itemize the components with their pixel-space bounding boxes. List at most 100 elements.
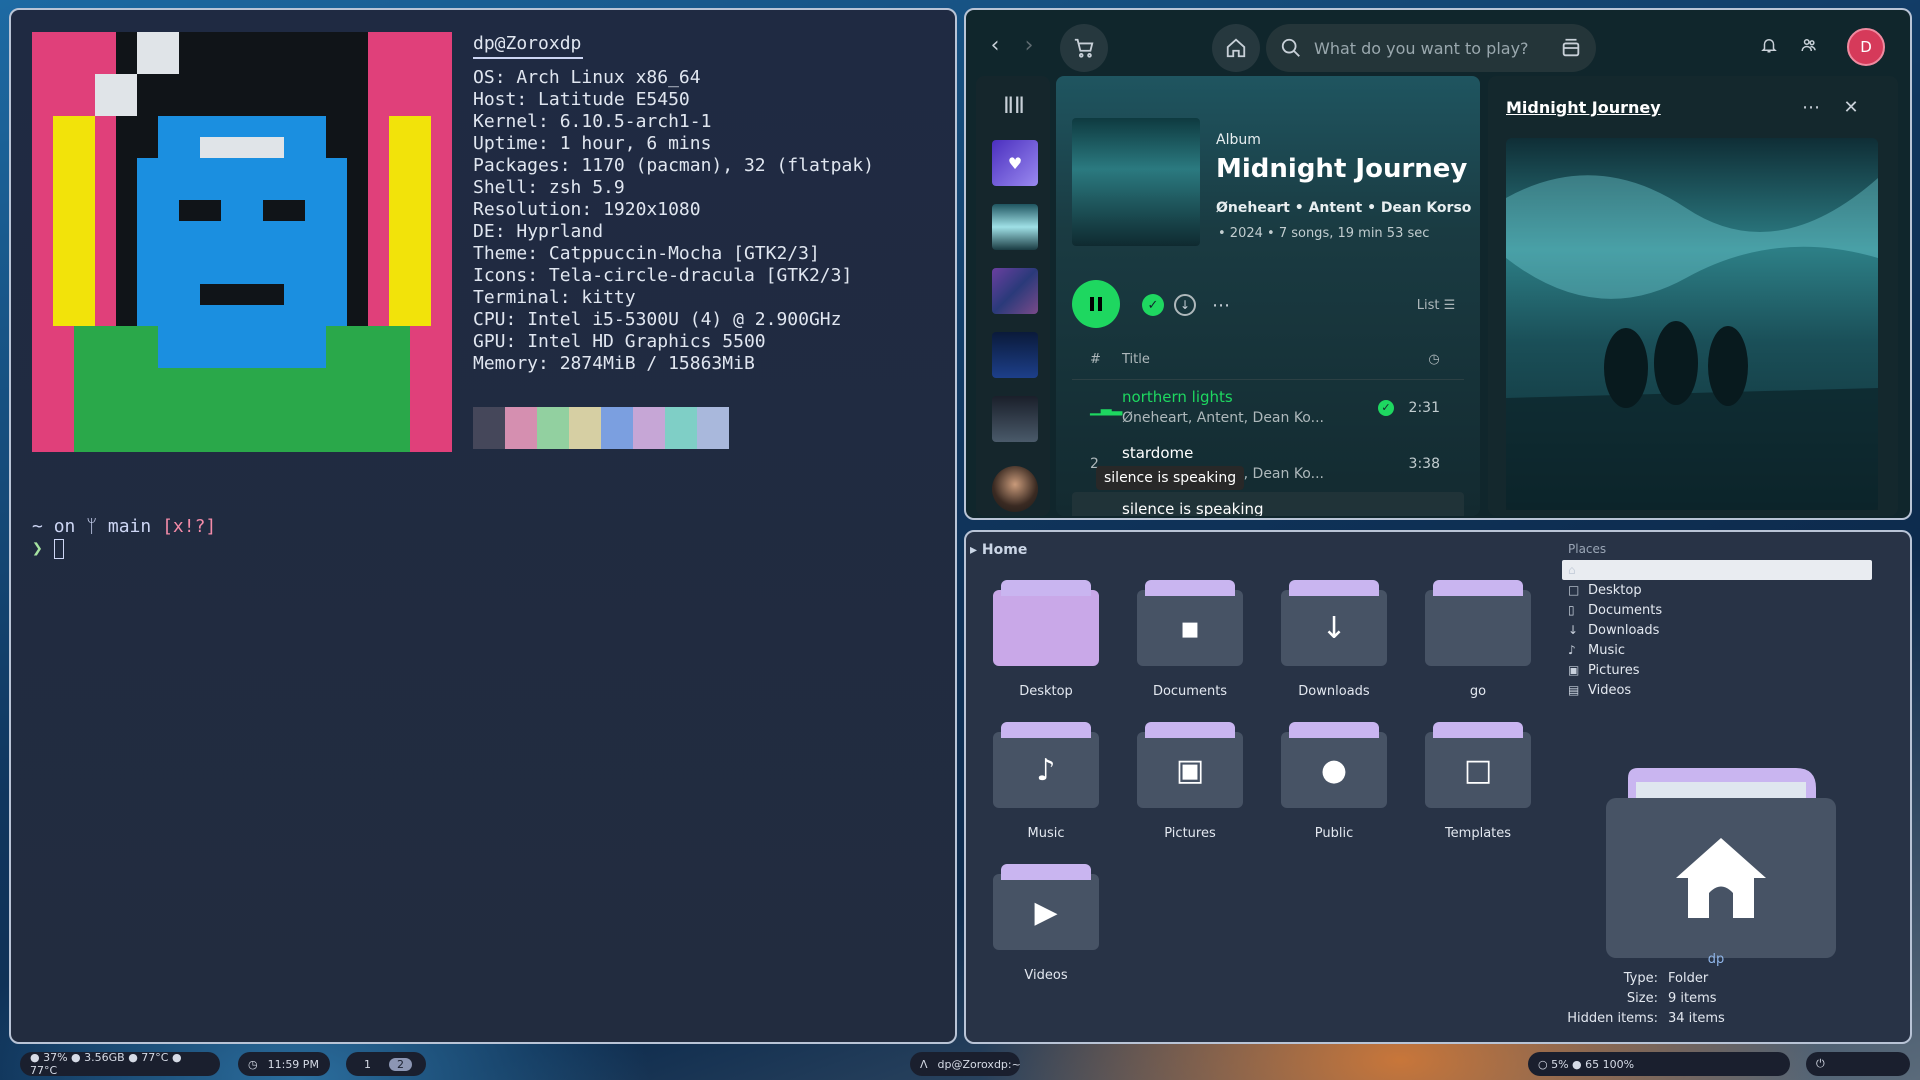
home-folder-preview-icon: [1606, 768, 1836, 958]
list-view-toggle[interactable]: List ☰: [1406, 294, 1466, 316]
album-artists[interactable]: Øneheart • Antent • Dean Korso: [1216, 200, 1471, 216]
folder-label: Templates: [1444, 826, 1512, 841]
more-options-icon[interactable]: ⋯: [1798, 96, 1824, 118]
desktop-icon: [993, 590, 1099, 666]
sysinfo-row: Kernel: 6.10.5-arch1-1: [473, 111, 874, 133]
folder-item[interactable]: ▶ Videos: [986, 864, 1106, 983]
liked-songs-heart-icon[interactable]: ♥: [992, 140, 1038, 186]
track-title[interactable]: silence is speaking: [1122, 500, 1264, 516]
download-icon[interactable]: ↓: [1174, 294, 1196, 316]
back-arrow-icon[interactable]: ‹: [982, 32, 1008, 58]
place-item-videos[interactable]: ▤ Videos: [1562, 680, 1872, 700]
sysinfo-key: OS: [473, 67, 495, 88]
active-window: Λdp@Zoroxdp:~: [910, 1052, 1021, 1076]
bell-icon[interactable]: [1756, 32, 1782, 58]
track-row[interactable]: silence is speaking: [1072, 492, 1464, 516]
search-input[interactable]: What do you want to play?: [1266, 24, 1596, 72]
now-playing-title[interactable]: Midnight Journey: [1506, 98, 1661, 117]
user-avatar[interactable]: D: [1847, 28, 1885, 66]
equalizer-icon: ▁▃▂: [1090, 400, 1123, 416]
place-item-documents[interactable]: ▯ Documents: [1562, 600, 1872, 620]
album-title: Midnight Journey: [1216, 154, 1468, 184]
file-manager-window[interactable]: ▸ Home Desktop ▪ Documents ↓ Downloads go ♪ Mus…: [964, 530, 1912, 1044]
system-info: dp@Zoroxdp OS: Arch Linux x86_64 Host: La…: [473, 33, 874, 375]
saved-check-icon[interactable]: ✓: [1142, 294, 1164, 316]
playlist-thumbnail[interactable]: [992, 204, 1038, 250]
folder-item[interactable]: go: [1418, 580, 1538, 699]
list-view-label: List: [1416, 297, 1440, 313]
folder-item[interactable]: ♪ Music: [986, 722, 1106, 841]
taskbar-clock: ◷ 11:59 PM: [238, 1052, 330, 1076]
workspace-2[interactable]: 2: [389, 1057, 412, 1071]
sysinfo-key: Icons: [473, 265, 528, 286]
folder-body: ▶: [993, 864, 1099, 950]
more-options-icon[interactable]: ⋯: [1208, 294, 1234, 316]
saved-check-icon[interactable]: ✓: [1378, 400, 1394, 416]
place-icon: ⌂: [1568, 563, 1576, 577]
sysinfo-row: GPU: Intel HD Graphics 5500: [473, 331, 874, 353]
home-icon[interactable]: [1212, 24, 1260, 72]
place-item-music[interactable]: ♪ Music: [1562, 640, 1872, 660]
workspace-1[interactable]: 1: [356, 1058, 379, 1071]
breadcrumb-home[interactable]: Home: [982, 542, 1027, 558]
playlist-thumbnail[interactable]: [992, 332, 1038, 378]
sysinfo-value: 1920x1080: [603, 199, 701, 220]
album-type: Album: [1216, 132, 1261, 148]
folder-item[interactable]: ▣ Pictures: [1130, 722, 1250, 841]
track-tooltip: silence is speaking: [1096, 466, 1245, 490]
prop-size-value: 9 items: [1668, 991, 1717, 1006]
album-cover[interactable]: [1072, 118, 1200, 246]
place-item-downloads[interactable]: ↓ Downloads: [1562, 620, 1872, 640]
clock-time: 11:59 PM: [267, 1057, 319, 1071]
folder-icon: [1425, 590, 1531, 666]
track-title[interactable]: northern lights: [1122, 388, 1233, 406]
sysinfo-row: Packages: 1170 (pacman), 32 (flatpak): [473, 155, 874, 177]
folder-body: ♪: [993, 722, 1099, 808]
terminal-window[interactable]: dp@Zoroxdp OS: Arch Linux x86_64 Host: La…: [9, 8, 957, 1044]
sysinfo-colon: :: [505, 309, 528, 330]
track-title[interactable]: stardome: [1122, 444, 1193, 462]
folder-label: go: [1469, 684, 1487, 699]
sysinfo-value: 1170 (pacman), 32 (flatpak): [581, 155, 874, 176]
place-item-home[interactable]: ⌂ Home: [1562, 560, 1872, 580]
forward-arrow-icon[interactable]: ›: [1016, 32, 1042, 58]
sysinfo-row: Theme: Catppuccin-Mocha [GTK2/3]: [473, 243, 874, 265]
folder-item[interactable]: ↓ Downloads: [1274, 580, 1394, 699]
folder-item[interactable]: ▪ Documents: [1130, 580, 1250, 699]
friends-icon[interactable]: [1796, 32, 1822, 58]
prop-type-key: Type:: [1623, 971, 1658, 986]
cart-icon[interactable]: [1060, 24, 1108, 72]
playlist-thumbnail[interactable]: [992, 396, 1038, 442]
spotify-window[interactable]: ‹ › What do you want to play? D ⅡⅡ ♥ Alb…: [964, 8, 1912, 520]
text-cursor[interactable]: [53, 539, 64, 559]
sysinfo-value: kitty: [581, 287, 636, 308]
close-icon[interactable]: ✕: [1838, 96, 1864, 118]
library-icon[interactable]: ⅡⅡ: [998, 90, 1030, 122]
color-swatch: [505, 407, 537, 449]
col-number: #: [1090, 352, 1101, 367]
power-icon[interactable]: ⏻: [1816, 1057, 1825, 1071]
folder-item[interactable]: ● Public: [1274, 722, 1394, 841]
folder-label: Downloads: [1298, 684, 1370, 699]
browse-icon[interactable]: [1560, 37, 1582, 59]
place-item-desktop[interactable]: □ Desktop: [1562, 580, 1872, 600]
place-icon: ▤: [1568, 683, 1580, 697]
folder-item[interactable]: Desktop: [986, 580, 1106, 699]
track-artists[interactable]: Øneheart, Antent, Dean Ko...: [1122, 410, 1324, 426]
sysinfo-key: DE: [473, 221, 495, 242]
sysinfo-value: 1 hour, 6 mins: [559, 133, 712, 154]
place-item-pictures[interactable]: ▣ Pictures: [1562, 660, 1872, 680]
pause-button[interactable]: [1072, 280, 1120, 328]
playlist-thumbnail[interactable]: [992, 268, 1038, 314]
artist-avatar[interactable]: [992, 466, 1038, 512]
breadcrumb[interactable]: ▸ Home: [970, 542, 1027, 558]
system-stats: ● 37% ● 3.56GB ● 77°C ● 77°C: [30, 1051, 182, 1077]
folder-label: Music: [1027, 826, 1065, 841]
folder-label: Pictures: [1164, 826, 1216, 841]
track-row[interactable]: ▁▃▂ northern lights Øneheart, Antent, Dean…: [1072, 380, 1464, 436]
place-icon: ▣: [1568, 663, 1580, 677]
search-placeholder: What do you want to play?: [1314, 38, 1529, 58]
folder-item[interactable]: □ Templates: [1418, 722, 1538, 841]
sysinfo-colon: :: [505, 331, 528, 352]
shell-prompt[interactable]: ~ on ᛘ main [x!?] ❯: [32, 516, 216, 560]
